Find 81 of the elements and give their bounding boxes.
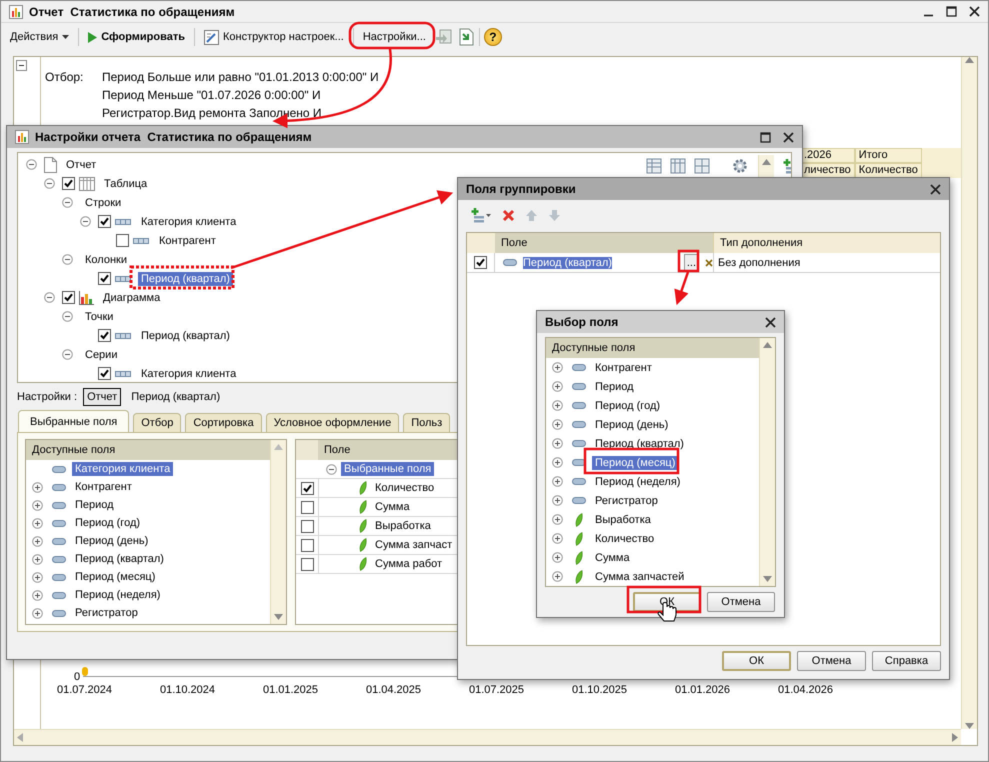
field-item[interactable]: Период [592,380,637,394]
axis-tick-label: 01.04.2025 [364,684,422,696]
tree-item[interactable]: Период (квартал) [138,328,233,342]
window-title: Настройки отчета Статистика по обращениям [35,130,313,144]
column-header: Тип дополнения [713,233,940,253]
axis-tick-label: 01.10.2024 [158,684,216,696]
filter-condition: Регистратор.Вид ремонта Заполнено И [102,106,322,122]
tree-item[interactable]: Строки [82,196,124,210]
table-cell: Без дополнения [713,253,940,272]
field-item[interactable]: Выработка [592,512,654,526]
help-button[interactable]: ? [484,28,502,46]
axis-tick-label: 01.10.2025 [570,684,628,696]
field-item[interactable]: Регистратор [592,494,661,508]
field-item[interactable]: Количество [592,532,658,546]
dialog-button[interactable]: Отмена [707,592,775,612]
field-item[interactable]: Период (день) [72,534,152,548]
filter-label: Отбор: [45,70,84,84]
generate-button[interactable]: Сформировать [83,27,190,47]
tree-item[interactable]: Категория клиента [138,366,240,380]
tree-item[interactable]: Серии [82,348,120,362]
field-value[interactable]: Период (квартал) [523,256,612,268]
tree-item[interactable]: Диаграмма [100,290,164,304]
field-item[interactable]: Контрагент [72,480,135,494]
axis-tick-label: 01.07.2024 [56,684,114,696]
field-item[interactable]: Период [72,498,117,512]
field-item[interactable]: Контрагент [592,360,655,374]
tree-item[interactable]: Категория клиента [138,214,240,228]
settings-button[interactable]: Настройки... [358,27,431,47]
axis-tick-label: 01.04.2026 [776,684,834,696]
field-item[interactable]: Период (квартал) [72,552,167,566]
field-item[interactable]: Сумма запчаст [375,539,452,551]
tab[interactable]: Сортировка [185,413,262,432]
field-item[interactable]: Категория клиента [72,462,174,476]
tab[interactable]: Отбор [133,413,182,432]
field-item[interactable]: Период (день) [592,418,672,432]
settings-label: Настройки : [17,391,78,403]
tab[interactable]: Польз [403,413,450,432]
tree-item[interactable]: Колонки [82,252,130,266]
field-item[interactable]: Период (месяц) [72,570,158,584]
field-group[interactable]: Выбранные поля [341,462,434,476]
field-item[interactable]: Выработка [375,520,431,532]
field-item[interactable]: Период (квартал) [592,436,687,450]
tree-item[interactable]: Точки [82,310,116,324]
settings-target[interactable]: Период (квартал) [127,388,224,406]
field-item[interactable]: Регистратор [72,606,141,620]
column-header: Доступные поля [26,440,270,460]
filter-condition: Период Меньше "01.07.2026 0:00:00" И [102,88,321,104]
column-header: Доступные поля [546,338,759,358]
field-item[interactable]: Период (год) [72,516,144,530]
field-item[interactable]: Период (неделя) [72,588,164,602]
field-item[interactable]: Сумма [375,501,410,513]
axis-tick-label: 01.07.2025 [468,684,526,696]
tree-item[interactable]: Таблица [101,176,150,190]
actions-menu[interactable]: Действия [5,27,74,47]
tab[interactable]: Выбранные поля [18,410,130,432]
dialog-button[interactable]: Отмена [797,651,866,671]
field-item[interactable]: Количество [375,482,434,494]
field-item[interactable]: Период (месяц) [592,456,678,470]
field-item[interactable]: Период (год) [592,398,664,412]
dialog-button[interactable]: ОК [722,651,791,671]
table-header-cell: Итого [854,148,922,163]
field-item[interactable]: Сумма [592,550,633,564]
filter-condition: Период Больше или равно "01.01.2013 0:00:00" И [102,70,379,86]
tree-item[interactable]: Контрагент [156,234,219,248]
settings-wizard-button[interactable]: Конструктор настроек... [199,27,349,47]
column-header: Поле [495,233,713,253]
window-title: Отчет Статистика по обращениям [29,4,236,18]
settings-target[interactable]: Отчет [83,388,122,406]
axis-tick-label: 01.01.2025 [262,684,320,696]
axis-tick-label: 0 [74,671,80,683]
tree-item[interactable]: Период (квартал) [138,272,233,286]
column-header: Поле [323,444,350,456]
axis-tick-label: 01.01.2026 [674,684,732,696]
window-title: Поля группировки [466,182,577,196]
field-item[interactable]: Период (неделя) [592,474,684,488]
dialog-button[interactable]: Справка [872,651,941,671]
field-item[interactable]: Сумма работ [375,558,442,570]
window-title: Выбор поля [545,315,620,329]
tree-item[interactable]: Отчет [63,158,100,172]
tab[interactable]: Условное оформление [266,413,400,432]
field-item[interactable]: Сумма запчастей [592,570,688,584]
